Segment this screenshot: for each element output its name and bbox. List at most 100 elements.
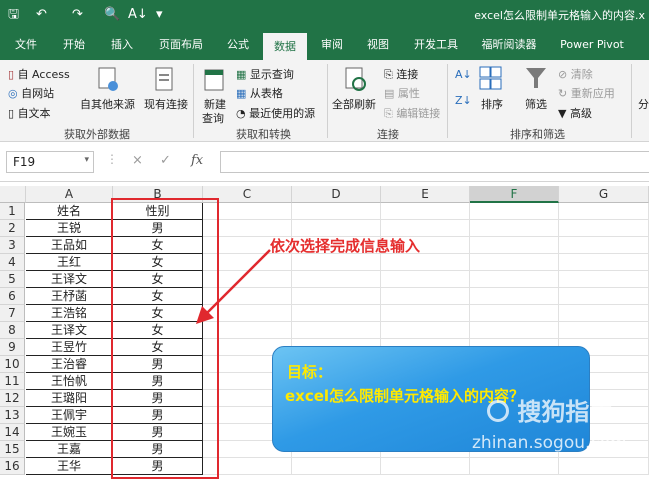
cancel-entry-button[interactable]: × — [132, 153, 143, 168]
empty-cell[interactable] — [559, 254, 649, 271]
cell-a10[interactable]: 王治睿 — [26, 356, 113, 373]
empty-cell[interactable] — [470, 203, 559, 220]
cell-a9[interactable]: 王昱竹 — [26, 339, 113, 356]
save-icon[interactable]: 🖫 — [8, 6, 19, 24]
row-header[interactable]: 16 — [0, 458, 25, 475]
sort-button[interactable]: 排序 — [481, 96, 503, 112]
from-web-button[interactable]: ◎ 自网站 — [8, 85, 54, 101]
empty-cell[interactable] — [470, 220, 559, 237]
refresh-all-button[interactable]: 全部刷新 — [332, 96, 376, 112]
tab-data[interactable]: 数据 — [263, 33, 307, 60]
tab-developer[interactable]: 开发工具 — [406, 30, 466, 60]
recent-sources-button[interactable]: ◔ 最近使用的源 — [236, 105, 315, 121]
tab-view[interactable]: 视图 — [358, 30, 398, 60]
existing-connections-button[interactable]: 现有连接 — [144, 96, 188, 112]
row-header[interactable]: 15 — [0, 441, 25, 458]
cell-a8[interactable]: 王译文 — [26, 322, 113, 339]
empty-cell[interactable] — [559, 237, 649, 254]
column-header-g[interactable]: G — [559, 186, 649, 203]
row-header[interactable]: 3 — [0, 237, 25, 254]
tab-review[interactable]: 审阅 — [312, 30, 352, 60]
tab-home[interactable]: 开始 — [54, 30, 94, 60]
connections-button[interactable]: ⎘ 连接 — [384, 66, 418, 82]
edit-links-button[interactable]: ⎘ 编辑链接 — [384, 105, 440, 121]
row-header[interactable]: 8 — [0, 322, 25, 339]
empty-cell[interactable] — [292, 254, 381, 271]
tab-power-pivot[interactable]: Power Pivot — [552, 30, 632, 60]
row-header[interactable]: 7 — [0, 305, 25, 322]
empty-cell[interactable] — [381, 203, 470, 220]
row-header[interactable]: 13 — [0, 407, 25, 424]
new-query-dropdown[interactable]: 查询 — [202, 110, 224, 126]
from-text-button[interactable]: ▯ 自文本 — [8, 105, 51, 121]
empty-cell[interactable] — [381, 254, 470, 271]
row-header[interactable]: 4 — [0, 254, 25, 271]
text-to-columns-button[interactable]: 分 — [638, 96, 649, 112]
cell-a14[interactable]: 王婉玉 — [26, 424, 113, 441]
empty-cell[interactable] — [470, 305, 559, 322]
cell-a6[interactable]: 王杼菡 — [26, 288, 113, 305]
empty-cell[interactable] — [470, 458, 559, 475]
row-header[interactable]: 14 — [0, 424, 25, 441]
row-header[interactable]: 5 — [0, 271, 25, 288]
empty-cell[interactable] — [470, 322, 559, 339]
tab-foxit-reader[interactable]: 福昕阅读器 — [474, 30, 544, 60]
empty-cell[interactable] — [292, 458, 381, 475]
row-header[interactable]: 11 — [0, 373, 25, 390]
other-sources-button[interactable]: 自其他来源 — [80, 96, 135, 112]
reapply-button[interactable]: ↻ 重新应用 — [558, 85, 615, 101]
tab-insert[interactable]: 插入 — [102, 30, 142, 60]
insert-function-button[interactable]: fx — [191, 153, 203, 168]
empty-cell[interactable] — [381, 305, 470, 322]
row-header[interactable]: 9 — [0, 339, 25, 356]
from-table-button[interactable]: ▦ 从表格 — [236, 85, 283, 101]
empty-cell[interactable] — [559, 288, 649, 305]
row-header[interactable]: 10 — [0, 356, 25, 373]
print-preview-icon[interactable]: 🔍 — [104, 6, 120, 24]
empty-cell[interactable] — [381, 458, 470, 475]
column-header-d[interactable]: D — [292, 186, 381, 203]
empty-cell[interactable] — [470, 237, 559, 254]
cell-a3[interactable]: 王品如 — [26, 237, 113, 254]
empty-cell[interactable] — [559, 271, 649, 288]
empty-cell[interactable] — [470, 271, 559, 288]
empty-cell[interactable] — [559, 458, 649, 475]
cell-a12[interactable]: 王璐阳 — [26, 390, 113, 407]
cell-a15[interactable]: 王嘉 — [26, 441, 113, 458]
cell-a4[interactable]: 王红 — [26, 254, 113, 271]
empty-cell[interactable] — [559, 220, 649, 237]
undo-icon[interactable]: ↶ — [36, 6, 47, 24]
redo-icon[interactable]: ↷ — [72, 6, 83, 24]
empty-cell[interactable] — [381, 322, 470, 339]
name-box[interactable]: F19 ▾ — [6, 151, 94, 173]
select-all-corner[interactable] — [0, 186, 26, 203]
cell-a7[interactable]: 王浩铭 — [26, 305, 113, 322]
tab-formulas[interactable]: 公式 — [218, 30, 258, 60]
customize-qat-icon[interactable]: ▾ — [156, 6, 163, 24]
empty-cell[interactable] — [292, 322, 381, 339]
show-queries-button[interactable]: ▦ 显示查询 — [236, 66, 294, 82]
cell-a5[interactable]: 王译文 — [26, 271, 113, 288]
tab-page-layout[interactable]: 页面布局 — [150, 30, 212, 60]
cell-a1[interactable]: 姓名 — [26, 203, 113, 220]
empty-cell[interactable] — [470, 254, 559, 271]
empty-cell[interactable] — [559, 305, 649, 322]
empty-cell[interactable] — [381, 288, 470, 305]
clear-filter-button[interactable]: ⊘ 清除 — [558, 66, 593, 82]
column-header-f[interactable]: F — [470, 186, 559, 203]
empty-cell[interactable] — [559, 203, 649, 220]
empty-cell[interactable] — [559, 322, 649, 339]
column-header-a[interactable]: A — [26, 186, 113, 203]
filter-button[interactable]: 筛选 — [525, 96, 547, 112]
cell-a13[interactable]: 王佩宇 — [26, 407, 113, 424]
empty-cell[interactable] — [292, 288, 381, 305]
cell-a16[interactable]: 王华 — [26, 458, 113, 475]
column-header-e[interactable]: E — [381, 186, 470, 203]
formula-input[interactable] — [220, 151, 649, 173]
cell-a11[interactable]: 王怡帆 — [26, 373, 113, 390]
formula-bar-splitter-icon[interactable]: ⋮ — [106, 152, 118, 166]
cell-a2[interactable]: 王锐 — [26, 220, 113, 237]
empty-cell[interactable] — [292, 203, 381, 220]
confirm-entry-button[interactable]: ✓ — [160, 153, 171, 168]
empty-cell[interactable] — [292, 305, 381, 322]
